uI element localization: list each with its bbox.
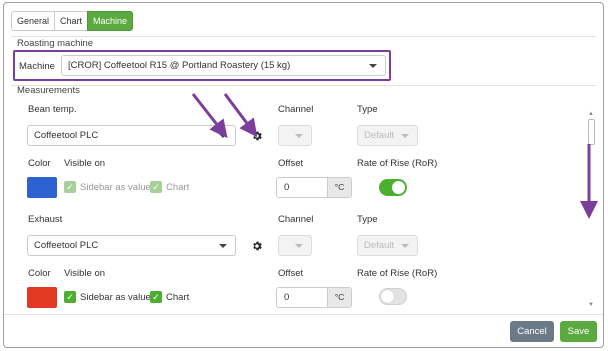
exhaust-sidebar-label: Sidebar as value <box>80 292 151 303</box>
exhaust-channel-select[interactable] <box>278 235 312 256</box>
bean-sidebar-checkbox[interactable]: ✓ <box>64 181 76 193</box>
exhaust-chart-checkbox[interactable]: ✓ <box>150 291 162 303</box>
measurements-scrollbar[interactable]: ▲ ▼ <box>587 111 596 308</box>
bean-sidebar-label: Sidebar as value <box>80 182 151 193</box>
chevron-down-icon <box>219 244 227 248</box>
exhaust-type-value: Default <box>364 240 395 251</box>
bean-source-select[interactable]: Coffeetool PLC <box>27 125 236 146</box>
scroll-thumb[interactable] <box>588 119 595 145</box>
bean-color-swatch[interactable] <box>27 177 57 198</box>
bean-type-value: Default <box>364 130 395 141</box>
exhaust-color-swatch[interactable] <box>27 287 57 308</box>
exhaust-ror-toggle[interactable] <box>379 288 407 305</box>
tab-chart[interactable]: Chart <box>54 11 89 31</box>
save-button[interactable]: Save <box>560 321 597 342</box>
exhaust-offset-value: 0 <box>284 292 290 303</box>
exhaust-source-select[interactable]: Coffeetool PLC <box>27 235 236 256</box>
bean-type-select[interactable]: Default <box>357 125 418 146</box>
exhaust-sidebar-checkbox[interactable]: ✓ <box>64 291 76 303</box>
bean-color-label: Color <box>28 158 51 169</box>
bean-offset-unit: °C <box>327 178 351 197</box>
bean-visible-on-label: Visible on <box>64 158 106 169</box>
measurements-divider <box>11 85 596 86</box>
chevron-down-icon <box>295 244 303 248</box>
bean-chart-checkbox[interactable]: ✓ <box>150 181 162 193</box>
machine-settings-dialog: General Chart Machine Roasting machine M… <box>3 2 604 348</box>
machine-label: Machine <box>19 61 55 72</box>
bean-type-label: Type <box>357 104 378 115</box>
exhaust-color-label: Color <box>28 268 51 279</box>
machine-select[interactable]: [CROR] Coffeetool R15 @ Portland Roaster… <box>61 55 386 76</box>
bean-offset-label: Offset <box>278 158 304 169</box>
exhaust-type-select[interactable]: Default <box>357 235 418 256</box>
machine-select-value: [CROR] Coffeetool R15 @ Portland Roaster… <box>68 60 291 71</box>
bean-ror-toggle[interactable] <box>379 179 407 196</box>
exhaust-type-label: Type <box>357 214 378 225</box>
roasting-machine-highlight: Machine [CROR] Coffeetool R15 @ Portland… <box>13 50 391 81</box>
toggle-knob <box>392 181 405 194</box>
cancel-button[interactable]: Cancel <box>510 321 554 342</box>
chevron-down-icon <box>219 134 227 138</box>
bean-ror-label: Rate of Rise (RoR) <box>357 158 438 169</box>
exhaust-chart-label: Chart <box>166 292 190 303</box>
bean-temp-label: Bean temp. <box>28 104 77 115</box>
footer-divider <box>4 314 603 315</box>
tab-machine[interactable]: Machine <box>87 11 134 31</box>
bean-chart-label: Chart <box>166 182 190 193</box>
bean-channel-select[interactable] <box>278 125 312 146</box>
roasting-machine-title: Roasting machine <box>17 38 94 49</box>
measurements-title: Measurements <box>17 85 80 96</box>
gear-icon[interactable] <box>251 130 263 142</box>
chevron-down-icon <box>369 64 377 68</box>
exhaust-source-value: Coffeetool PLC <box>34 240 99 251</box>
exhaust-offset-label: Offset <box>278 268 304 279</box>
tabs-divider <box>11 36 596 37</box>
toggle-knob <box>381 290 394 303</box>
scroll-down-icon[interactable]: ▼ <box>588 302 594 308</box>
gear-icon[interactable] <box>251 240 263 252</box>
bean-source-value: Coffeetool PLC <box>34 130 99 141</box>
exhaust-label: Exhaust <box>28 214 63 225</box>
exhaust-offset-input[interactable]: 0 °C <box>276 287 352 308</box>
exhaust-visible-on-label: Visible on <box>64 268 106 279</box>
chevron-down-icon <box>401 134 409 138</box>
bean-offset-input[interactable]: 0 °C <box>276 177 352 198</box>
tab-general[interactable]: General <box>11 11 56 31</box>
exhaust-channel-label: Channel <box>278 214 314 225</box>
bean-channel-label: Channel <box>278 104 314 115</box>
settings-tabs: General Chart Machine <box>11 11 134 31</box>
scroll-up-icon[interactable]: ▲ <box>588 111 594 117</box>
chevron-down-icon <box>295 134 303 138</box>
exhaust-offset-unit: °C <box>327 288 351 307</box>
bean-offset-value: 0 <box>284 182 290 193</box>
chevron-down-icon <box>401 244 409 248</box>
exhaust-ror-label: Rate of Rise (RoR) <box>357 268 438 279</box>
